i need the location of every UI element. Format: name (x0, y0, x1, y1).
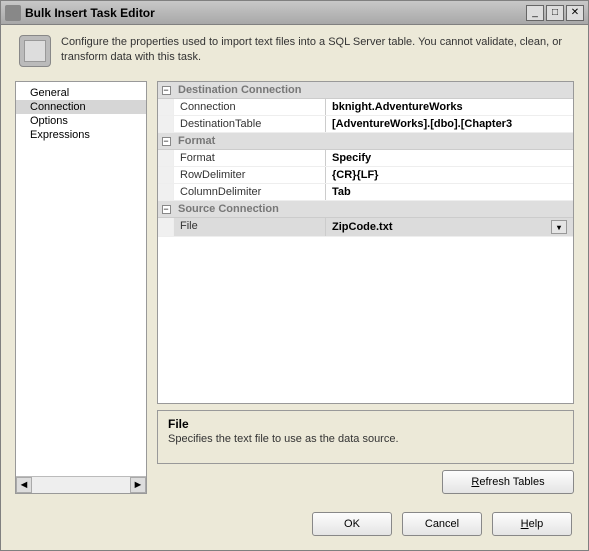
maximize-icon: □ (552, 7, 558, 18)
prop-label: DestinationTable (174, 116, 326, 132)
prop-value[interactable]: [AdventureWorks].[dbo].[Chapter3 (326, 116, 573, 132)
ok-button[interactable]: OK (312, 512, 392, 536)
sidebar-item-general[interactable]: General (16, 86, 146, 100)
prop-value[interactable]: {CR}{LF} (326, 167, 573, 183)
category-destination: − Destination Connection (158, 82, 573, 99)
minus-icon: − (162, 86, 171, 95)
dropdown-button[interactable]: ▾ (551, 220, 567, 234)
category-toggle[interactable]: − (158, 133, 174, 149)
indent (158, 184, 174, 200)
minimize-button[interactable]: _ (526, 5, 544, 21)
indent (158, 218, 174, 236)
cancel-button[interactable]: Cancel (402, 512, 482, 536)
minus-icon: − (162, 137, 171, 146)
sidebar-scrollbar: ◄ ► (16, 476, 146, 493)
category-format: − Format (158, 133, 573, 150)
prop-row-delimiter[interactable]: RowDelimiter {CR}{LF} (158, 167, 573, 184)
chevron-left-icon: ◄ (19, 479, 30, 491)
chevron-right-icon: ► (133, 479, 144, 491)
help-title: File (168, 417, 563, 431)
sidebar-item-connection[interactable]: Connection (16, 100, 146, 114)
sidebar-item-options[interactable]: Options (16, 114, 146, 128)
main-area: General Connection Options Expressions ◄… (1, 81, 588, 502)
help-panel: File Specifies the text file to use as t… (157, 410, 574, 464)
prop-label: File (174, 218, 326, 236)
value-text: Tab (332, 186, 351, 198)
close-icon: ✕ (571, 7, 579, 18)
prop-destination-table[interactable]: DestinationTable [AdventureWorks].[dbo].… (158, 116, 573, 133)
grid-filler (158, 237, 573, 403)
sidebar: General Connection Options Expressions ◄… (15, 81, 147, 494)
chevron-down-icon: ▾ (557, 223, 561, 232)
value-text: Specify (332, 152, 371, 164)
maximize-button[interactable]: □ (546, 5, 564, 21)
help-button[interactable]: Help (492, 512, 572, 536)
sidebar-item-label: Connection (30, 101, 86, 113)
indent (158, 99, 174, 115)
prop-value[interactable]: Specify (326, 150, 573, 166)
prop-format[interactable]: Format Specify (158, 150, 573, 167)
scroll-track[interactable] (32, 477, 130, 493)
scroll-right-button[interactable]: ► (130, 477, 146, 493)
scroll-left-button[interactable]: ◄ (16, 477, 32, 493)
value-text: {CR}{LF} (332, 169, 378, 181)
refresh-tables-button[interactable]: Refresh Tables (442, 470, 574, 494)
value-text: [AdventureWorks].[dbo].[Chapter3 (332, 118, 512, 130)
app-icon (5, 5, 21, 21)
prop-value[interactable]: ZipCode.txt ▾ (326, 218, 573, 236)
description-text: Configure the properties used to import … (61, 35, 570, 65)
category-source: − Source Connection (158, 201, 573, 218)
property-grid: − Destination Connection Connection bkni… (157, 81, 574, 404)
minus-icon: − (162, 205, 171, 214)
indent (158, 167, 174, 183)
indent (158, 116, 174, 132)
sidebar-item-label: General (30, 87, 69, 99)
prop-label: Connection (174, 99, 326, 115)
close-button[interactable]: ✕ (566, 5, 584, 21)
help-description: Specifies the text file to use as the da… (168, 433, 563, 445)
prop-value[interactable]: bknight.AdventureWorks (326, 99, 573, 115)
category-label: Destination Connection (174, 82, 573, 98)
indent (158, 150, 174, 166)
category-label: Format (174, 133, 573, 149)
titlebar: Bulk Insert Task Editor _ □ ✕ (1, 1, 588, 25)
minimize-icon: _ (532, 7, 538, 18)
sidebar-item-label: Options (30, 115, 68, 127)
dialog-window: Bulk Insert Task Editor _ □ ✕ Configure … (0, 0, 589, 551)
task-icon (19, 35, 51, 67)
prop-value[interactable]: Tab (326, 184, 573, 200)
category-toggle[interactable]: − (158, 82, 174, 98)
footer-buttons: OK Cancel Help (1, 502, 588, 550)
window-title: Bulk Insert Task Editor (25, 6, 524, 20)
category-toggle[interactable]: − (158, 201, 174, 217)
sidebar-item-expressions[interactable]: Expressions (16, 128, 146, 142)
value-text: ZipCode.txt (332, 221, 393, 233)
sidebar-list: General Connection Options Expressions (16, 82, 146, 476)
header-area: Configure the properties used to import … (1, 25, 588, 81)
prop-column-delimiter[interactable]: ColumnDelimiter Tab (158, 184, 573, 201)
refresh-row: Refresh Tables (157, 470, 574, 494)
sidebar-item-label: Expressions (30, 129, 90, 141)
category-label: Source Connection (174, 201, 573, 217)
prop-file[interactable]: File ZipCode.txt ▾ (158, 218, 573, 237)
prop-connection[interactable]: Connection bknight.AdventureWorks (158, 99, 573, 116)
value-text: bknight.AdventureWorks (332, 101, 463, 113)
right-pane: − Destination Connection Connection bkni… (157, 81, 574, 494)
prop-label: RowDelimiter (174, 167, 326, 183)
prop-label: ColumnDelimiter (174, 184, 326, 200)
prop-label: Format (174, 150, 326, 166)
